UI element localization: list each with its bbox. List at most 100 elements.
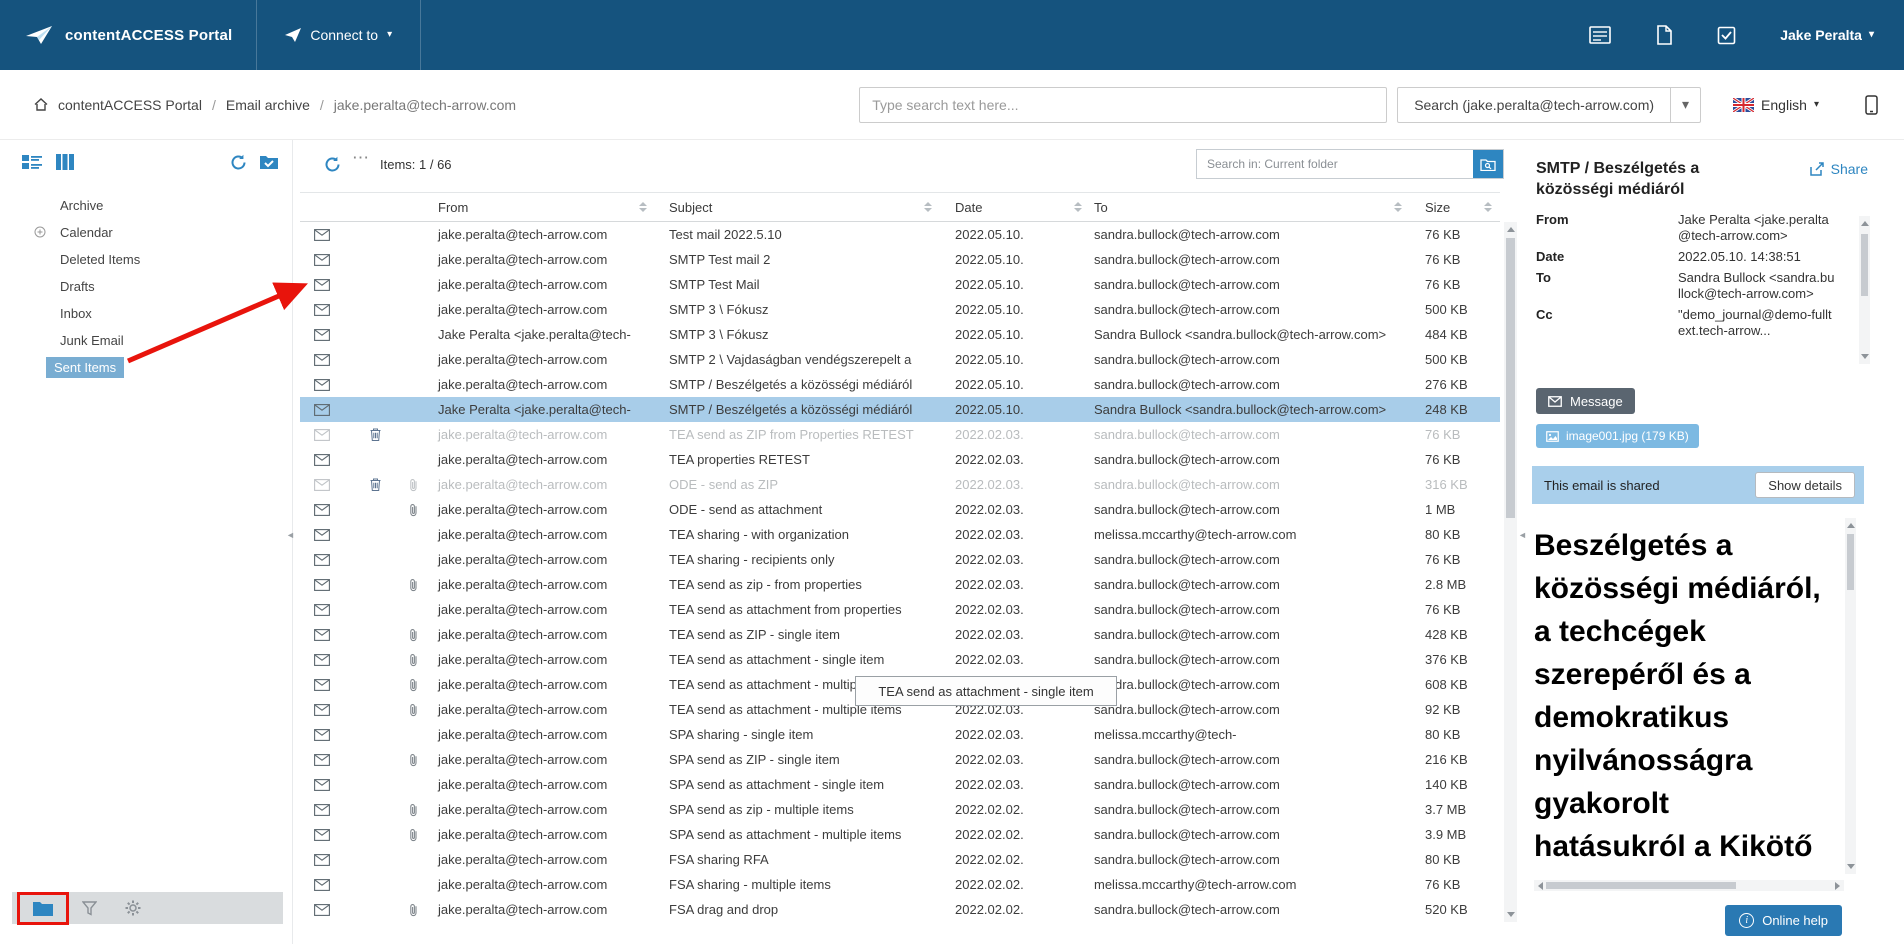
- sidebar-folder-archive[interactable]: Archive: [12, 192, 283, 219]
- scrollbar-thumb[interactable]: [1847, 534, 1854, 590]
- breadcrumb-root[interactable]: contentACCESS Portal: [58, 97, 202, 113]
- home-icon[interactable]: [34, 98, 48, 111]
- envelope-icon: [314, 754, 355, 766]
- folder-search-icon[interactable]: [1473, 150, 1503, 178]
- scroll-down-icon[interactable]: [1861, 354, 1869, 359]
- meta-scrollbar[interactable]: [1859, 216, 1870, 364]
- email-row[interactable]: jake.peralta@tech-arrow.comTEA send as z…: [300, 572, 1500, 597]
- select-folder-icon[interactable]: [259, 154, 279, 171]
- more-options-icon[interactable]: ⋯: [352, 148, 370, 168]
- email-row[interactable]: Jake Peralta <jake.peralta@tech-SMTP / B…: [300, 397, 1500, 422]
- email-row[interactable]: jake.peralta@tech-arrow.comTEA send as Z…: [300, 622, 1500, 647]
- sidebar-folder-drafts[interactable]: Drafts: [12, 273, 283, 300]
- email-row[interactable]: jake.peralta@tech-arrow.comTEA sharing -…: [300, 547, 1500, 572]
- expand-icon[interactable]: [34, 226, 46, 238]
- email-row[interactable]: jake.peralta@tech-arrow.comTEA send as a…: [300, 647, 1500, 672]
- email-row[interactable]: jake.peralta@tech-arrow.comSPA send as Z…: [300, 747, 1500, 772]
- sort-icon[interactable]: [1484, 202, 1492, 212]
- sidebar-folder-calendar[interactable]: Calendar: [12, 219, 283, 246]
- email-row[interactable]: jake.peralta@tech-arrow.comODE - send as…: [300, 497, 1500, 522]
- breadcrumb-section[interactable]: Email archive: [226, 97, 310, 113]
- scrollbar-thumb[interactable]: [1546, 882, 1736, 889]
- sort-icon[interactable]: [1394, 202, 1402, 212]
- share-button[interactable]: Share: [1810, 161, 1868, 177]
- document-icon[interactable]: [1633, 0, 1695, 70]
- folder-icon[interactable]: [32, 900, 54, 917]
- column-view-icon[interactable]: [56, 154, 74, 170]
- online-help-button[interactable]: i Online help: [1725, 905, 1842, 936]
- email-from: jake.peralta@tech-arrow.com: [432, 502, 665, 517]
- email-row[interactable]: jake.peralta@tech-arrow.comSMTP Test Mai…: [300, 272, 1500, 297]
- scrollbar-thumb[interactable]: [1506, 238, 1515, 518]
- scroll-left-icon[interactable]: [1538, 882, 1543, 890]
- email-date: 2022.02.03.: [950, 602, 1090, 617]
- settings-gear-icon[interactable]: [125, 900, 141, 916]
- language-menu[interactable]: English ▾: [1733, 97, 1819, 113]
- email-row[interactable]: jake.peralta@tech-arrow.comSMTP 3 \ Fóku…: [300, 297, 1500, 322]
- email-row[interactable]: Jake Peralta <jake.peralta@tech-SMTP 3 \…: [300, 322, 1500, 347]
- refresh-list-icon[interactable]: [324, 156, 341, 173]
- email-row[interactable]: jake.peralta@tech-arrow.comSMTP / Beszél…: [300, 372, 1500, 397]
- filter-icon[interactable]: [82, 901, 97, 916]
- email-date: 2022.05.10.: [950, 252, 1090, 267]
- email-row[interactable]: jake.peralta@tech-arrow.comSPA send as a…: [300, 822, 1500, 847]
- list-view-icon[interactable]: [22, 154, 42, 170]
- search-button[interactable]: Search (jake.peralta@tech-arrow.com) ▾: [1397, 87, 1701, 123]
- list-scrollbar[interactable]: [1504, 222, 1517, 922]
- body-scrollbar-horizontal[interactable]: [1534, 880, 1844, 891]
- email-row[interactable]: jake.peralta@tech-arrow.comSMTP Test mai…: [300, 247, 1500, 272]
- email-row[interactable]: jake.peralta@tech-arrow.comSPA sharing -…: [300, 722, 1500, 747]
- sidebar-splitter[interactable]: [292, 140, 293, 944]
- column-header-to[interactable]: To: [1090, 200, 1420, 215]
- column-header-from[interactable]: From: [432, 200, 665, 215]
- email-row[interactable]: jake.peralta@tech-arrow.comSPA send as a…: [300, 772, 1500, 797]
- tasks-icon[interactable]: [1695, 0, 1758, 70]
- scrollbar-thumb[interactable]: [1861, 234, 1868, 296]
- scroll-down-icon[interactable]: [1847, 864, 1855, 869]
- email-row[interactable]: jake.peralta@tech-arrow.comTest mail 202…: [300, 222, 1500, 247]
- column-header-size[interactable]: Size: [1420, 200, 1500, 215]
- column-header-date[interactable]: Date: [950, 200, 1090, 215]
- sidebar-folder-sent-items[interactable]: Sent Items: [12, 354, 283, 381]
- message-tab-button[interactable]: Message: [1536, 388, 1635, 414]
- user-menu[interactable]: Jake Peralta ▾: [1780, 27, 1874, 43]
- sort-icon[interactable]: [639, 202, 647, 212]
- email-to: sandra.bullock@tech-arrow.com: [1090, 777, 1420, 792]
- email-row[interactable]: jake.peralta@tech-arrow.comFSA sharing R…: [300, 847, 1500, 872]
- mobile-icon[interactable]: [1865, 95, 1878, 115]
- email-row[interactable]: jake.peralta@tech-arrow.comFSA sharing -…: [300, 872, 1500, 897]
- email-row[interactable]: jake.peralta@tech-arrow.comTEA propertie…: [300, 447, 1500, 472]
- column-header-subject[interactable]: Subject: [665, 200, 950, 215]
- sidebar-folder-deleted-items[interactable]: Deleted Items: [12, 246, 283, 273]
- folder-search-input[interactable]: [1197, 150, 1473, 178]
- brand[interactable]: contentACCESS Portal: [0, 0, 256, 70]
- scroll-up-icon[interactable]: [1507, 227, 1515, 232]
- scroll-up-icon[interactable]: [1847, 523, 1855, 528]
- scroll-down-icon[interactable]: [1507, 912, 1515, 917]
- connect-to-menu[interactable]: Connect to ▾: [256, 0, 421, 70]
- email-row[interactable]: jake.peralta@tech-arrow.comTEA send as a…: [300, 597, 1500, 622]
- email-row[interactable]: jake.peralta@tech-arrow.comODE - send as…: [300, 472, 1500, 497]
- email-row[interactable]: jake.peralta@tech-arrow.comSPA send as z…: [300, 797, 1500, 822]
- email-row[interactable]: jake.peralta@tech-arrow.comTEA sharing -…: [300, 522, 1500, 547]
- attachment-chip[interactable]: image001.jpg (179 KB): [1536, 424, 1699, 448]
- email-row[interactable]: jake.peralta@tech-arrow.comFSA drag and …: [300, 897, 1500, 922]
- scroll-right-icon[interactable]: [1835, 882, 1840, 890]
- paperclip-icon: [409, 678, 418, 692]
- sort-icon[interactable]: [1074, 202, 1082, 212]
- sort-icon[interactable]: [924, 202, 932, 212]
- sidebar-folder-junk-email[interactable]: Junk Email: [12, 327, 283, 354]
- refresh-folders-icon[interactable]: [230, 154, 247, 171]
- email-subject: TEA properties RETEST: [665, 452, 950, 467]
- search-input[interactable]: [859, 87, 1387, 123]
- collapse-preview-handle[interactable]: ◄: [1518, 530, 1527, 540]
- email-row[interactable]: jake.peralta@tech-arrow.comTEA send as Z…: [300, 422, 1500, 447]
- body-scrollbar-vertical[interactable]: [1845, 518, 1856, 874]
- search-options-caret[interactable]: ▾: [1670, 88, 1700, 122]
- export-files-icon[interactable]: [1567, 0, 1633, 70]
- show-details-button[interactable]: Show details: [1755, 472, 1855, 498]
- scroll-up-icon[interactable]: [1861, 221, 1869, 226]
- sidebar-folder-inbox[interactable]: Inbox: [12, 300, 283, 327]
- email-row[interactable]: jake.peralta@tech-arrow.comSMTP 2 \ Vajd…: [300, 347, 1500, 372]
- collapse-sidebar-handle[interactable]: ◄: [286, 530, 295, 540]
